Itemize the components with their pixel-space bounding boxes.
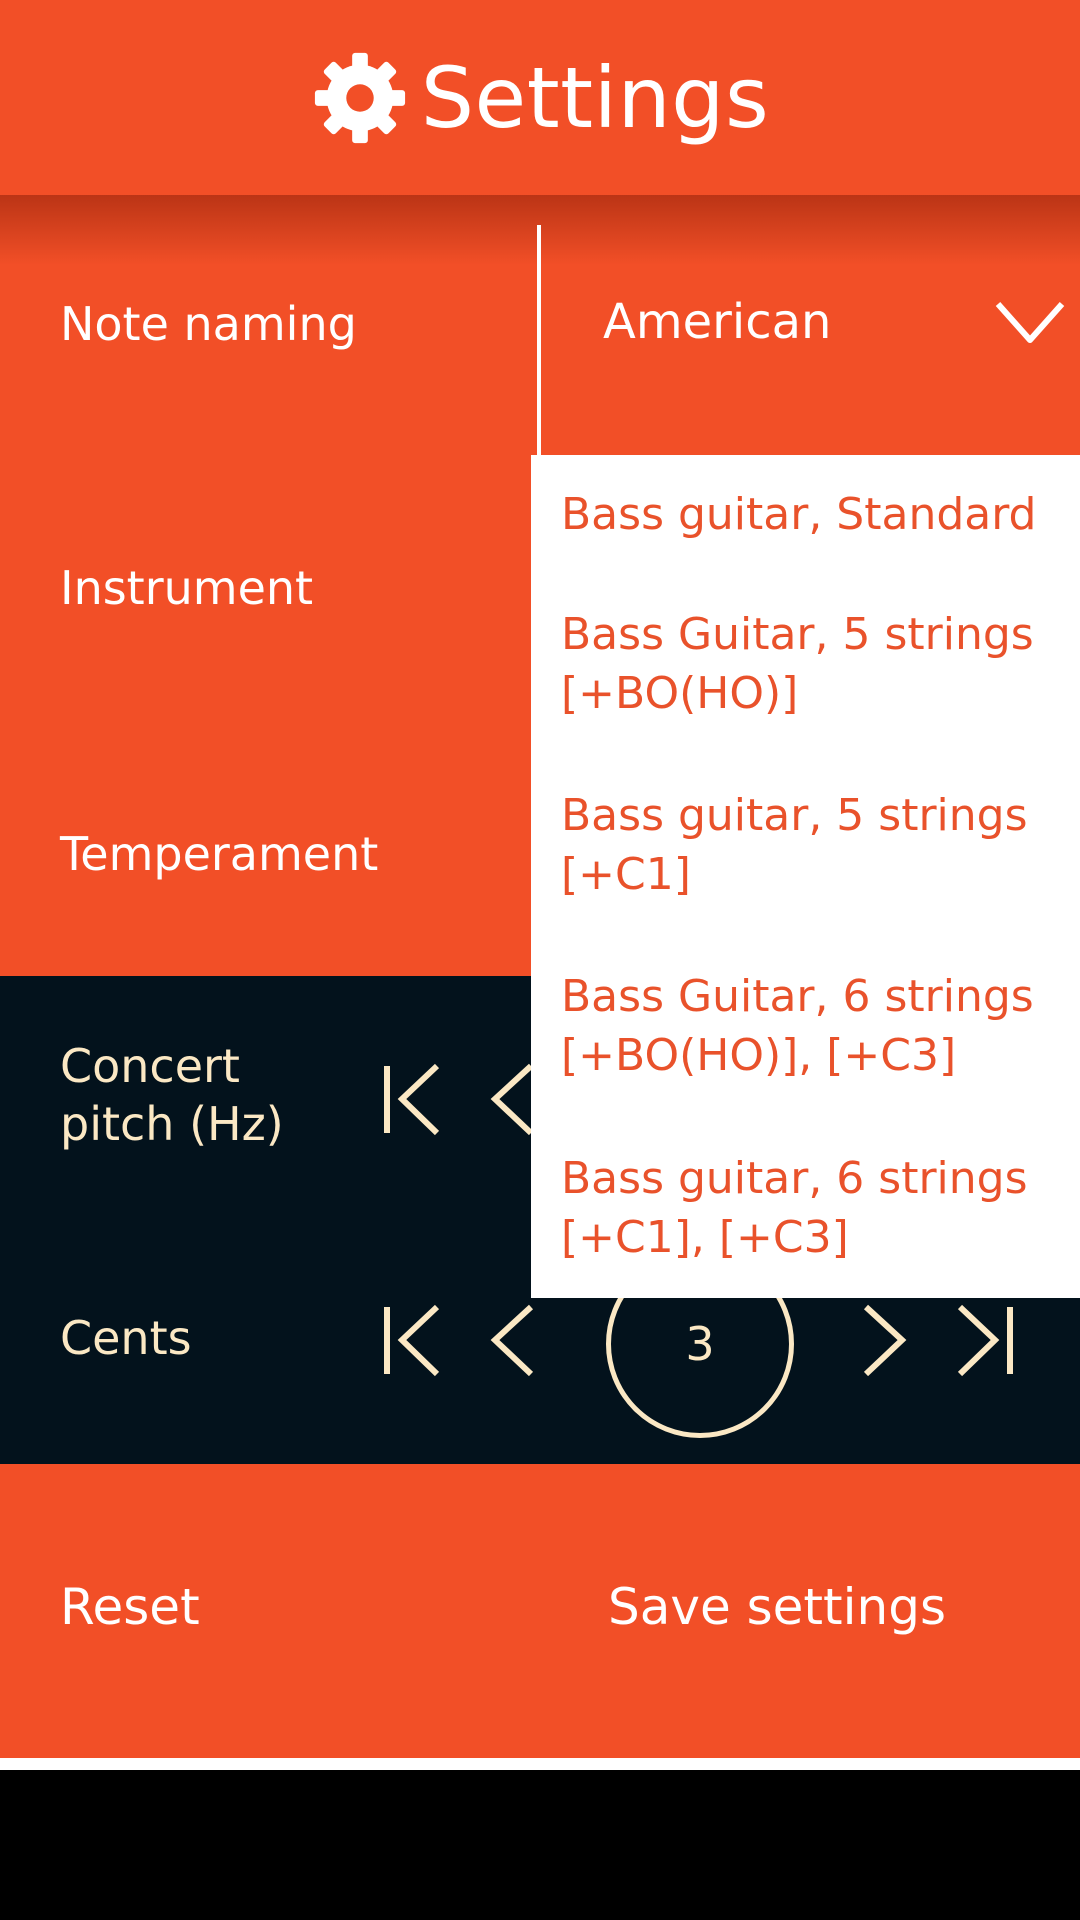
dropdown-item[interactable]: Bass Guitar, 6 strings [+BO(HO)], [+C3] xyxy=(561,967,1071,1085)
gear-icon xyxy=(314,52,405,143)
dropdown-item-line1: Bass guitar, Standard xyxy=(561,489,1037,540)
note-naming-select[interactable]: American xyxy=(603,294,831,350)
divider xyxy=(537,225,541,455)
dropdown-item-line1: Bass guitar, 5 strings xyxy=(561,790,1028,841)
dropdown-item[interactable]: Bass guitar, 6 strings [+C1], [+C3] xyxy=(561,1149,1071,1267)
dropdown-item-line1: Bass guitar, 6 strings xyxy=(561,1153,1028,1204)
previous-icon[interactable] xyxy=(487,1303,535,1378)
instrument-dropdown: Bass guitar, Standard Bass Guitar, 5 str… xyxy=(531,455,1080,1298)
dropdown-item-line2: [+BO(HO)], [+C3] xyxy=(561,1030,957,1081)
divider xyxy=(0,1758,1080,1770)
previous-icon[interactable] xyxy=(487,1062,535,1137)
page-title: Settings xyxy=(420,48,770,147)
concert-pitch-label-line2: pitch (Hz) xyxy=(60,1096,284,1151)
dropdown-item-line2: [+C1], [+C3] xyxy=(561,1212,849,1263)
cents-label: Cents xyxy=(60,1311,192,1365)
dropdown-item-line2: [+BO(HO)] xyxy=(561,668,799,719)
first-icon[interactable] xyxy=(382,1303,444,1378)
concert-pitch-label: Concert pitch (Hz) xyxy=(60,1038,284,1153)
last-icon[interactable] xyxy=(953,1303,1015,1378)
dropdown-item-line1: Bass Guitar, 5 strings xyxy=(561,609,1034,660)
temperament-label: Temperament xyxy=(60,827,379,881)
reset-button[interactable]: Reset xyxy=(60,1578,200,1636)
concert-pitch-label-line1: Concert xyxy=(60,1039,240,1093)
next-icon[interactable] xyxy=(862,1303,910,1378)
instrument-label: Instrument xyxy=(60,561,314,615)
dropdown-item[interactable]: Bass guitar, Standard xyxy=(561,485,1071,544)
dropdown-item-line1: Bass Guitar, 6 strings xyxy=(561,971,1034,1022)
dropdown-item-line2: [+C1] xyxy=(561,849,691,900)
dropdown-item[interactable]: Bass guitar, 5 strings [+C1] xyxy=(561,786,1071,904)
header-bar: Settings xyxy=(0,0,1080,195)
chevron-down-icon[interactable] xyxy=(995,300,1065,345)
cents-value-text: 3 xyxy=(685,1317,715,1371)
first-icon[interactable] xyxy=(382,1062,444,1137)
dropdown-item[interactable]: Bass Guitar, 5 strings [+BO(HO)] xyxy=(561,605,1071,723)
note-naming-label: Note naming xyxy=(60,297,357,351)
save-settings-button[interactable]: Save settings xyxy=(608,1578,946,1636)
